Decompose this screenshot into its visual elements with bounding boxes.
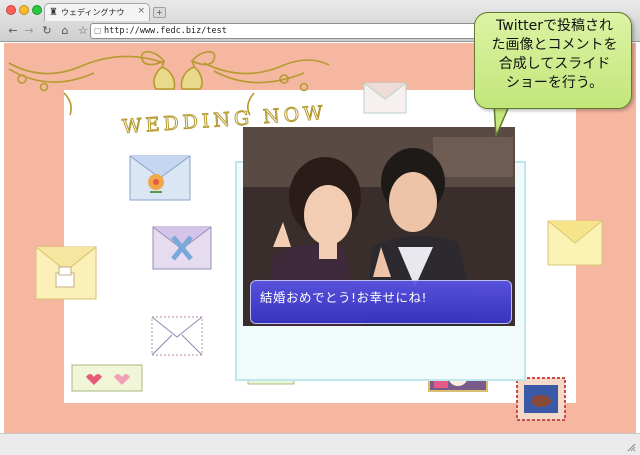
minimize-window-button[interactable] bbox=[19, 5, 29, 15]
url-text[interactable]: http://www.fedc.biz/test bbox=[104, 26, 227, 36]
envelope-icon bbox=[547, 220, 603, 266]
home-icon[interactable]: ⌂ bbox=[58, 24, 72, 38]
callout-text: Twitterで投稿され た画像とコメントを 合成してスライド ショーを行う。 bbox=[491, 18, 618, 91]
caption-text: 結婚おめでとう!お幸せにね! bbox=[260, 290, 428, 305]
star-icon[interactable]: ☆ bbox=[76, 24, 90, 38]
envelope-icon bbox=[35, 246, 97, 300]
page-icon: ▢ bbox=[94, 26, 102, 35]
reload-icon[interactable]: ↻ bbox=[40, 24, 54, 38]
browser-status-bar bbox=[0, 433, 640, 455]
browser-tab[interactable]: ♜ ウェディングナウ × bbox=[44, 3, 150, 21]
resize-grip-icon[interactable] bbox=[626, 442, 636, 452]
envelope-icon bbox=[71, 364, 143, 392]
envelope-icon bbox=[151, 316, 203, 356]
tab-title: ウェディングナウ bbox=[61, 8, 125, 17]
forward-arrow-icon[interactable]: → bbox=[22, 24, 36, 38]
back-arrow-icon[interactable]: ← bbox=[6, 24, 20, 38]
tab-close-icon[interactable]: × bbox=[137, 6, 145, 16]
callout-tail bbox=[493, 104, 511, 137]
new-tab-button[interactable]: + bbox=[153, 7, 166, 18]
zoom-window-button[interactable] bbox=[32, 5, 42, 15]
close-window-button[interactable] bbox=[6, 5, 16, 15]
envelope-icon bbox=[363, 82, 407, 114]
envelope-icon bbox=[152, 226, 212, 270]
photo-icon bbox=[516, 377, 566, 421]
envelope-icon bbox=[129, 155, 191, 201]
favicon-icon: ♜ bbox=[49, 7, 58, 18]
